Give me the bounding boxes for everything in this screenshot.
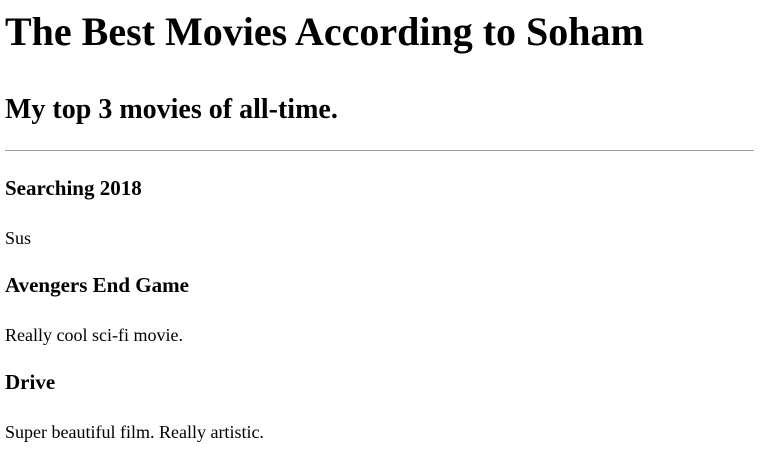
page-subtitle: My top 3 movies of all-time. bbox=[5, 94, 338, 125]
section-divider bbox=[5, 150, 754, 151]
page-title: The Best Movies According to Soham bbox=[5, 9, 644, 54]
movie-title: Searching 2018 bbox=[5, 176, 142, 200]
movie-title: Drive bbox=[5, 370, 56, 394]
movie-title: Avengers End Game bbox=[5, 273, 189, 297]
movie-list: Searching 2018 Sus Avengers End Game Rea… bbox=[5, 175, 745, 443]
movie-description: Super beautiful film. Really artistic. bbox=[5, 422, 264, 442]
movie-description: Sus bbox=[5, 228, 32, 248]
movie-item: Drive Super beautiful film. Really artis… bbox=[5, 369, 745, 443]
movie-item: Avengers End Game Really cool sci-fi mov… bbox=[5, 272, 745, 346]
movie-item: Searching 2018 Sus bbox=[5, 175, 745, 249]
movie-description: Really cool sci-fi movie. bbox=[5, 325, 183, 345]
page: The Best Movies According to Soham My to… bbox=[0, 9, 762, 463]
